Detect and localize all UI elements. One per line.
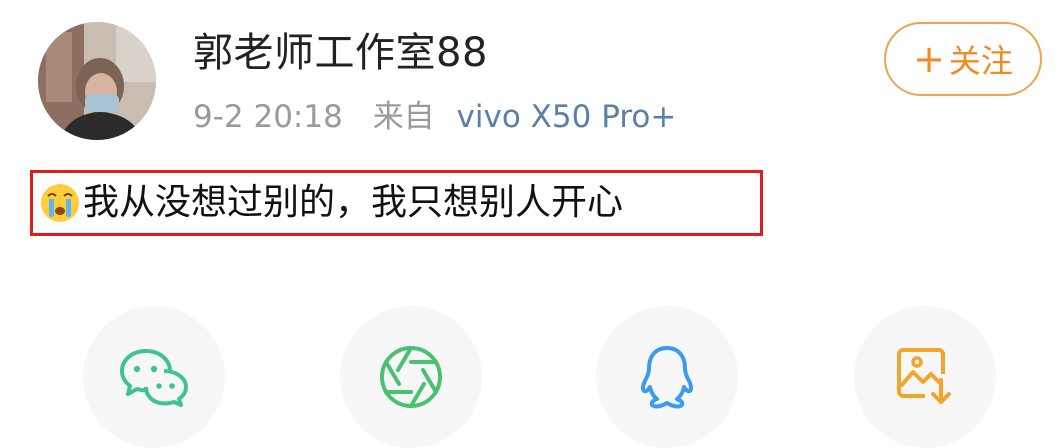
follow-button[interactable]: + 关注 [884,22,1042,96]
device-link[interactable]: vivo X50 Pro+ [457,99,677,135]
follow-label: 关注 [948,42,1013,80]
save-image-button[interactable] [854,306,996,448]
post-meta: 9-2 20:18 来自 vivo X50 Pro+ [193,97,676,137]
save-image-icon [897,348,951,404]
plus-icon: + [913,37,945,81]
share-wechat-button[interactable] [83,306,225,448]
share-moments-button[interactable] [340,306,482,448]
post-text-highlight: 我从没想过别的，我只想别人开心 [30,170,763,236]
post-text: 我从没想过别的，我只想别人开心 [83,182,624,223]
moments-icon [380,346,442,408]
post-time: 9-2 20:18 [193,99,343,135]
avatar[interactable] [38,22,156,140]
share-qq-button[interactable] [596,306,738,448]
wechat-icon [120,349,188,407]
avatar-photo [38,22,156,140]
qq-icon [640,346,694,409]
from-label: 来自 [372,99,435,135]
author-name[interactable]: 郭老师工作室88 [193,27,488,79]
crying-face-icon [41,184,79,222]
